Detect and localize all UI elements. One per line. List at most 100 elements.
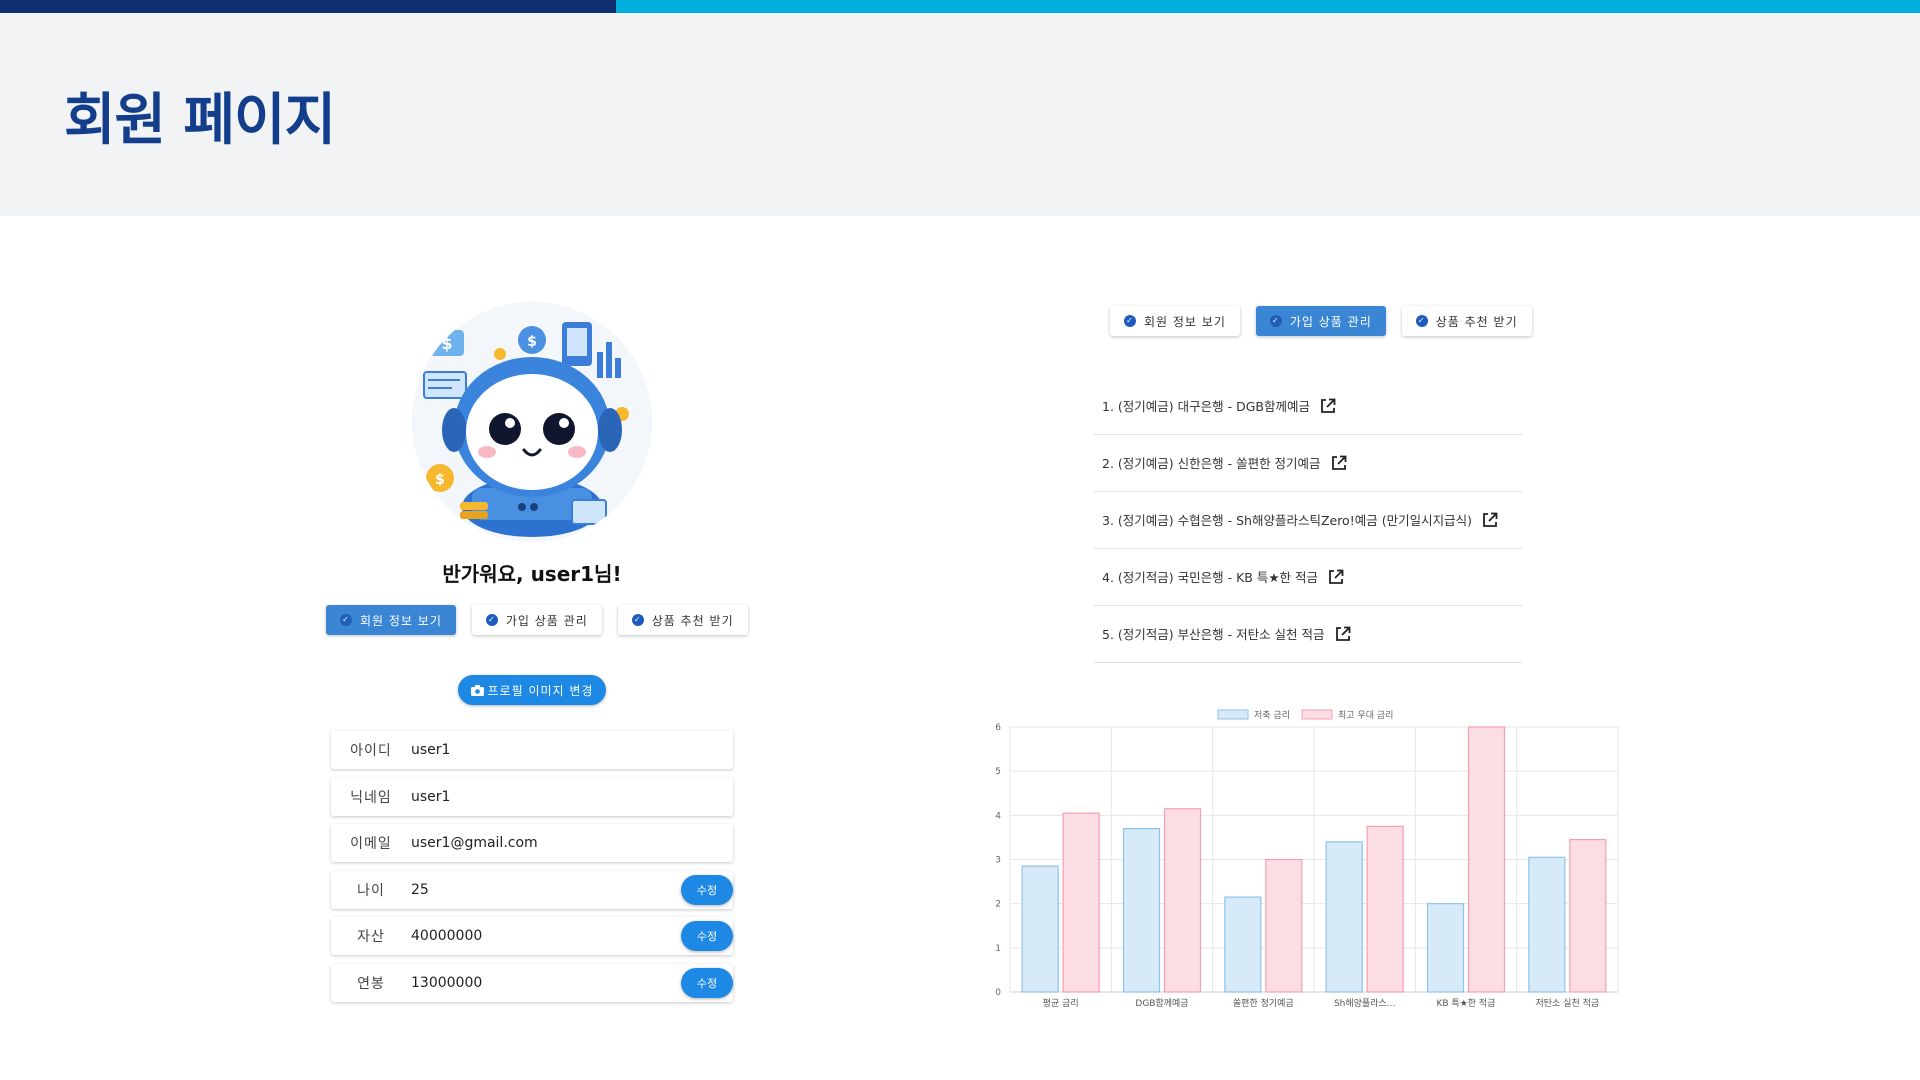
tab-subscribed-products[interactable]: ✓ 가입 상품 관리 [471,605,602,635]
robot-mascot-icon: $ $ $ [412,302,652,542]
bar-max-preferential-rate [1163,808,1202,993]
top-accent-light [616,0,1920,13]
list-item: 2. (정기예금) 신한은행 - 쏠편한 정기예금 [1094,435,1522,492]
legend-label: 최고 우대 금리 [1338,710,1393,721]
product-name: 4. (정기적금) 국민은행 - KB 특★한 적금 [1102,569,1319,585]
tab-product-recommendation[interactable]: ✓ 상품 추천 받기 [617,605,748,635]
field-value: 40000000 [411,928,483,944]
y-tick-label: 3 [995,856,1001,866]
y-tick-label: 5 [995,767,1001,777]
field-id: 아이디 user1 [331,731,733,769]
x-tick-label: 쏠편한 정기예금 [1233,997,1294,1009]
check-circle-icon: ✓ [631,614,644,626]
tab-product-recommendation[interactable]: ✓ 상품 추천 받기 [1401,306,1532,336]
product-tabs: ✓ 회원 정보 보기 ✓ 가입 상품 관리 ✓ 상품 추천 받기 [1110,306,1532,336]
product-name: 5. (정기적금) 부산은행 - 저탄소 실천 적금 [1102,626,1325,642]
list-item: 3. (정기예금) 수협은행 - Sh해양플라스틱Zero!예금 (만기일시지급… [1094,492,1522,549]
bar-savings-rate [1426,903,1465,993]
top-accent-dark [0,0,616,13]
legend-swatch [1301,709,1333,720]
y-tick-label: 2 [995,900,1001,910]
bar-savings-rate [1122,827,1161,993]
x-tick-label: 평균 금리 [1043,998,1079,1009]
check-circle-icon: ✓ [340,614,352,626]
svg-text:$: $ [527,334,537,350]
list-item: 4. (정기적금) 국민은행 - KB 특★한 적금 [1094,549,1522,606]
y-tick-label: 4 [995,811,1001,821]
check-circle-icon: ✓ [1124,315,1136,327]
interest-rate-bar-chart: 0 1 2 3 4 5 6 평균 금리 DGB함께예금 쏠편한 정기예금 Sh해양플라스... KB … [995,709,1619,1009]
product-name: 2. (정기예금) 신한은행 - 쏠편한 정기예금 [1102,455,1321,471]
field-email: 이메일 user1@gmail.com [331,824,733,862]
check-circle-icon: ✓ [1415,315,1428,327]
field-assets: 자산 40000000 수정 [331,917,733,955]
field-label: 연봉 [357,975,385,992]
external-link-icon[interactable] [1331,455,1347,471]
camera-icon [470,684,484,696]
bar-savings-rate [1224,896,1262,993]
change-profile-image-label: 프로필 이미지 변경 [487,683,594,698]
field-label: 자산 [357,929,385,945]
profile-tabs: ✓ 회원 정보 보기 ✓ 가입 상품 관리 ✓ 상품 추천 받기 [326,605,748,635]
profile-fields: 아이디 user1 닉네임 user1 이메일 user1@gmail.com … [331,731,733,1010]
x-tick-label: Sh해양플라스... [1334,998,1395,1009]
top-accent-bar [0,0,1920,13]
change-profile-image-button[interactable]: 프로필 이미지 변경 [458,675,606,705]
list-item: 1. (정기예금) 대구은행 - DGB함께예금 [1094,378,1522,435]
y-tick-label: 0 [995,988,1001,998]
field-label: 닉네임 [350,789,392,806]
tab-label: 회원 정보 보기 [360,613,442,628]
x-tick-label: DGB함께예금 [1135,998,1188,1009]
tab-label: 상품 추천 받기 [651,613,734,628]
bar-savings-rate [1325,841,1363,993]
tab-member-info[interactable]: ✓ 회원 정보 보기 [1110,306,1240,336]
page-header: 회원 페이지 [0,13,1920,216]
bar-max-preferential-rate [1062,812,1100,993]
field-value: user1 [411,742,451,758]
external-link-icon[interactable] [1320,398,1336,414]
check-circle-icon: ✓ [1269,315,1282,327]
bar-max-preferential-rate [1569,839,1607,993]
field-value: 25 [411,881,429,898]
y-tick-label: 6 [995,723,1001,733]
greeting-text: 반가워요, user1님! [442,562,622,586]
external-link-icon[interactable] [1482,512,1498,528]
tab-label: 가입 상품 관리 [505,613,588,628]
bar-savings-rate [1528,856,1566,993]
subscribed-product-list: 1. (정기예금) 대구은행 - DGB함께예금 2. (정기예금) 신한은행 … [1094,378,1522,663]
page-title: 회원 페이지 [64,88,336,153]
x-tick-label: 저탄소 실천 적금 [1535,997,1599,1009]
legend-label: 저축 금리 [1254,710,1290,721]
tab-member-info[interactable]: ✓ 회원 정보 보기 [326,605,456,635]
field-label: 아이디 [350,743,392,759]
x-tick-label: KB 특★한 적금 [1437,997,1496,1009]
tab-label: 회원 정보 보기 [1144,314,1226,329]
product-name: 3. (정기예금) 수협은행 - Sh해양플라스틱Zero!예금 (만기일시지급… [1102,512,1472,528]
field-value: user1@gmail.com [411,835,538,851]
field-label: 이메일 [350,836,392,852]
bar-max-preferential-rate [1265,858,1303,993]
profile-avatar: $ $ $ [412,302,652,542]
bar-max-preferential-rate [1467,726,1506,993]
bar-savings-rate [1021,865,1059,993]
field-salary: 연봉 13000000 수정 [331,963,733,1002]
svg-text:$: $ [435,472,445,488]
bar-max-preferential-rate [1366,825,1404,993]
product-name: 1. (정기예금) 대구은행 - DGB함께예금 [1102,398,1310,414]
field-age: 나이 25 수정 [331,870,733,909]
check-circle-icon: ✓ [485,614,498,626]
tab-subscribed-products[interactable]: ✓ 가입 상품 관리 [1255,306,1386,336]
list-item: 5. (정기적금) 부산은행 - 저탄소 실천 적금 [1094,606,1522,663]
external-link-icon[interactable] [1328,569,1344,585]
y-tick-label: 1 [995,944,1001,954]
svg-text:$: $ [441,334,452,353]
legend-swatch [1217,709,1249,720]
tab-label: 가입 상품 관리 [1289,314,1372,329]
edit-age-button[interactable]: 수정 [681,874,733,905]
field-label: 나이 [357,882,385,899]
edit-salary-button[interactable]: 수정 [681,967,733,998]
edit-assets-button[interactable]: 수정 [681,921,733,951]
external-link-icon[interactable] [1335,626,1351,642]
field-value: user1 [411,788,451,805]
tab-label: 상품 추천 받기 [1435,314,1518,329]
